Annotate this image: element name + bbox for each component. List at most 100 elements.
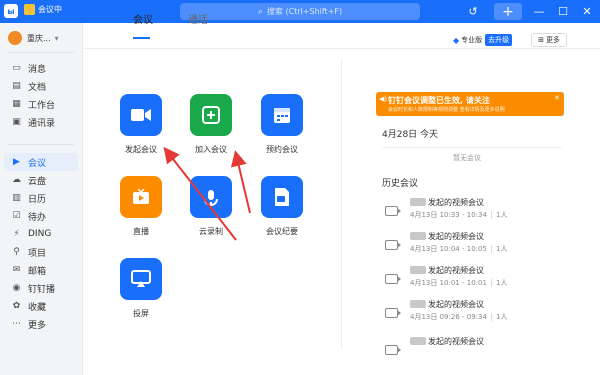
more-button[interactable]: ⊞ 更多 <box>531 33 567 47</box>
tab-meeting[interactable]: 会议 <box>133 11 153 26</box>
history-item[interactable]: 发起的视频会议 4月13日 10:04 - 10:05 1人 <box>382 231 562 259</box>
maximize-icon[interactable]: ☐ <box>556 3 570 20</box>
minimize-icon[interactable]: — <box>532 3 546 20</box>
user-name: 重庆... <box>27 33 51 43</box>
live-icon: ◉ <box>12 283 21 293</box>
live-tv-icon <box>120 176 162 218</box>
sidebar-item-label: 云盘 <box>28 176 47 187</box>
history-item-count: 1人 <box>496 313 508 321</box>
sidebar-item-label: 钉钉播 <box>28 284 56 295</box>
tab-call[interactable]: 通话 <box>188 11 208 26</box>
workbench-icon: ▦ <box>12 99 21 109</box>
redacted-name <box>410 198 426 206</box>
speaker-icon: ◀) <box>379 95 388 103</box>
meeting-icon: ▶ <box>13 157 20 167</box>
header-divider <box>85 48 600 49</box>
avatar <box>8 31 22 45</box>
sidebar-item-cloud[interactable]: ☁ 云盘 <box>4 171 78 189</box>
sidebar-item-workbench[interactable]: ▦ 工作台 <box>4 95 78 113</box>
app-cloud-record[interactable]: 云录制 <box>181 176 241 237</box>
meta-divider <box>491 211 492 219</box>
history-item[interactable]: 发起的视频会议 4月13日 10:01 - 10:01 1人 <box>382 265 562 293</box>
date-divider <box>382 147 562 148</box>
meta-divider <box>491 279 492 287</box>
sidebar-item-contacts[interactable]: ▣ 通讯录 <box>4 113 78 131</box>
sidebar-item-label: DING <box>28 229 52 239</box>
redacted-name <box>410 232 426 240</box>
sidebar-item-label: 收藏 <box>28 302 47 313</box>
app-screen-cast[interactable]: 投屏 <box>111 258 171 319</box>
sidebar-item-label: 会议 <box>28 158 47 169</box>
sidebar-item-meeting[interactable]: ▶ 会议 <box>4 153 78 171</box>
upgrade-button[interactable]: 去升级 <box>485 34 513 46</box>
sidebar-item-todo[interactable]: ☑ 待办 <box>4 207 78 225</box>
plus-icon[interactable]: + <box>494 3 522 20</box>
schedule-icon <box>261 94 303 136</box>
sidebar-divider <box>8 144 74 145</box>
join-icon <box>190 94 232 136</box>
history-item-title: 发起的视频会议 <box>428 300 484 309</box>
history-item-title: 发起的视频会议 <box>428 232 484 241</box>
history-item[interactable]: 发起的视频会议 <box>382 336 562 364</box>
app-start-meeting[interactable]: 发起会议 <box>111 94 171 155</box>
history-item-time: 4月13日 10:01 - 10:01 <box>410 279 487 287</box>
pro-badge[interactable]: ◆ 专业版 去升级 <box>453 34 513 46</box>
history-item[interactable]: 发起的视频会议 4月13日 09:26 - 09:34 1人 <box>382 299 562 327</box>
sidebar-item-label: 文档 <box>28 82 47 93</box>
history-item[interactable]: 发起的视频会议 4月13日 10:33 - 10:34 1人 <box>382 197 562 225</box>
history-item-count: 1人 <box>496 279 508 287</box>
pro-label: 专业版 <box>461 36 483 44</box>
close-icon[interactable]: ✕ <box>580 3 594 20</box>
meeting-status-label: 会议中 <box>38 5 62 14</box>
app-label: 会议纪要 <box>266 227 298 236</box>
more-label: 更多 <box>545 36 560 44</box>
history-item-time: 4月13日 10:33 - 10:34 <box>410 211 487 219</box>
redacted-name <box>410 337 426 345</box>
sidebar: 重庆... ▾ ▭ 消息 ▤ 文档 ▦ 工作台 ▣ 通讯录 ▶ 会议 ☁ 云盘 ▥ 日历 ☑ 待办 ⚡ DING ⚲… <box>0 23 83 375</box>
sidebar-divider <box>8 52 74 53</box>
history-title: 历史会议 <box>382 179 419 189</box>
app-meeting-minutes[interactable]: 会议纪要 <box>252 176 312 237</box>
empty-state: 暂无会议 <box>450 153 484 163</box>
redacted-name <box>410 300 426 308</box>
sidebar-item-calendar[interactable]: ▥ 日历 <box>4 189 78 207</box>
video-icon <box>120 94 162 136</box>
sidebar-item-project[interactable]: ⚲ 项目 <box>4 243 78 261</box>
close-icon[interactable]: ✕ <box>554 94 560 102</box>
notice-banner[interactable]: ◀) 钉钉会议调整已生效, 请关注 会议时长和人数限制等规则调整 查看详情及更多… <box>376 92 564 116</box>
sidebar-item-ding[interactable]: ⚡ DING <box>4 225 78 243</box>
sidebar-item-favorite[interactable]: ✿ 收藏 <box>4 297 78 315</box>
sidebar-item-message[interactable]: ▭ 消息 <box>4 59 78 77</box>
app-schedule-meeting[interactable]: 预约会议 <box>252 94 312 155</box>
sidebar-item-live[interactable]: ◉ 钉钉播 <box>4 279 78 297</box>
todo-icon: ☑ <box>12 211 21 221</box>
app-label: 直播 <box>133 227 149 236</box>
app-label: 加入会议 <box>195 145 227 154</box>
calendar-icon: ▥ <box>12 193 21 203</box>
search-input[interactable]: ⌕ 搜索 (Ctrl+Shift+F) <box>180 3 420 20</box>
sidebar-item-document[interactable]: ▤ 文档 <box>4 77 78 95</box>
video-camera-icon <box>385 240 401 250</box>
banner-subtitle: 会议时长和人数限制等规则调整 查看详情及更多说明 <box>388 107 505 113</box>
search-icon: ⌕ <box>257 6 263 17</box>
user-profile[interactable]: 重庆... ▾ <box>8 31 59 45</box>
message-icon: ▭ <box>12 63 21 73</box>
ding-icon: ⚡ <box>13 229 20 239</box>
sidebar-item-label: 待办 <box>28 212 47 223</box>
history-icon[interactable]: ↺ <box>466 3 480 20</box>
history-item-title: 发起的视频会议 <box>428 198 484 207</box>
history-item-count: 1人 <box>496 211 508 219</box>
meta-divider <box>491 245 492 253</box>
app-join-meeting[interactable]: 加入会议 <box>181 94 241 155</box>
today-date: 4月28日 今天 <box>382 130 439 140</box>
app-live[interactable]: 直播 <box>111 176 171 237</box>
history-item-title: 发起的视频会议 <box>428 266 484 275</box>
video-camera-icon <box>385 345 401 355</box>
sidebar-item-label: 更多 <box>28 320 47 331</box>
document-icon: ▤ <box>12 81 21 91</box>
sidebar-item-mail[interactable]: ✉ 邮箱 <box>4 261 78 279</box>
sidebar-item-more[interactable]: ⋯ 更多 <box>4 315 78 333</box>
video-camera-icon <box>385 274 401 284</box>
meeting-status[interactable]: 会议中 <box>24 4 62 15</box>
history-item-title: 发起的视频会议 <box>428 337 484 346</box>
